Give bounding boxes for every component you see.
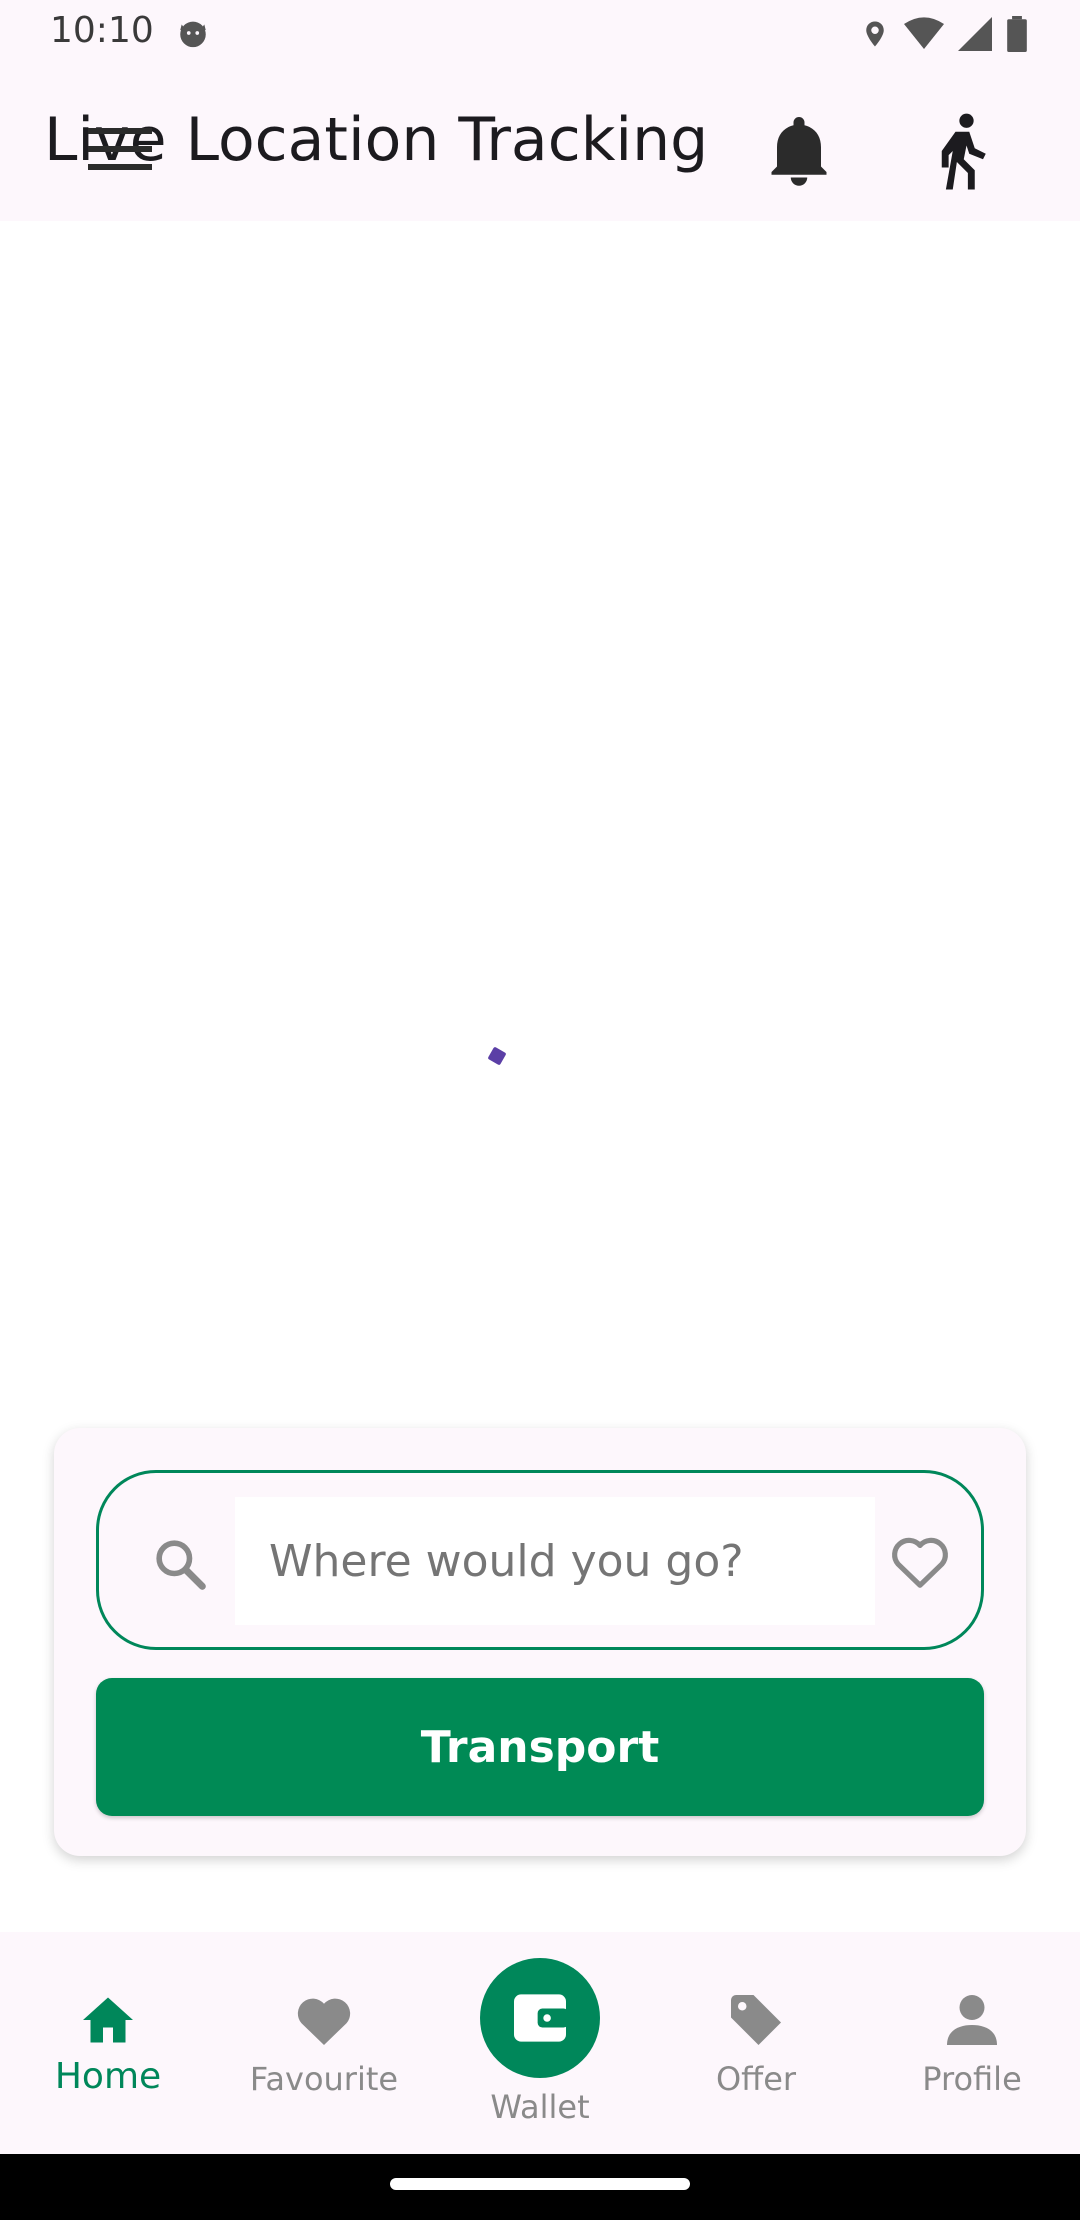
nav-item-wallet[interactable]: Wallet — [432, 1932, 648, 2154]
nav-item-profile[interactable]: Profile — [864, 1932, 1080, 2154]
battery-icon — [1007, 16, 1027, 52]
app-bar: Live Location Tracking — [0, 66, 1080, 221]
heart-outline-icon[interactable] — [889, 1533, 951, 1591]
search-box[interactable] — [96, 1470, 984, 1650]
status-bar: 10:10 — [0, 0, 1080, 66]
walking-person-icon[interactable] — [928, 112, 994, 190]
cat-face-icon — [180, 21, 206, 48]
home-gesture-handle[interactable] — [390, 2178, 690, 2190]
wifi-icon — [904, 17, 944, 49]
bottom-nav: Home Favourite Wallet Offer Profile — [0, 1932, 1080, 2154]
status-time: 10:10 — [50, 10, 154, 51]
nav-item-home[interactable]: Home — [0, 1932, 216, 2154]
search-input[interactable] — [235, 1497, 875, 1625]
nav-item-offer[interactable]: Offer — [648, 1932, 864, 2154]
nav-label: Profile — [922, 2060, 1022, 2098]
signal-icon — [958, 17, 992, 51]
status-icons — [860, 14, 1028, 54]
location-pin-icon — [866, 21, 884, 47]
search-icon — [156, 1540, 206, 1590]
wallet-icon — [514, 1994, 569, 2042]
heart-icon — [297, 1998, 351, 2045]
loading-indicator — [487, 1046, 507, 1066]
search-card: Transport — [54, 1428, 1026, 1856]
wallet-button[interactable] — [480, 1958, 600, 2078]
bell-icon[interactable] — [766, 114, 832, 186]
nav-label: Offer — [715, 2060, 797, 2098]
person-icon — [947, 1995, 997, 2045]
home-icon — [83, 1997, 133, 2043]
nav-label: Home — [54, 2056, 162, 2097]
transport-button[interactable]: Transport — [96, 1678, 984, 1816]
menu-icon[interactable] — [88, 124, 152, 172]
nav-item-favourite[interactable]: Favourite — [216, 1932, 432, 2154]
nav-label: Favourite — [249, 2060, 399, 2098]
tag-icon — [731, 1995, 781, 2045]
nav-label: Wallet — [490, 2088, 590, 2126]
gesture-bar — [0, 2154, 1080, 2220]
